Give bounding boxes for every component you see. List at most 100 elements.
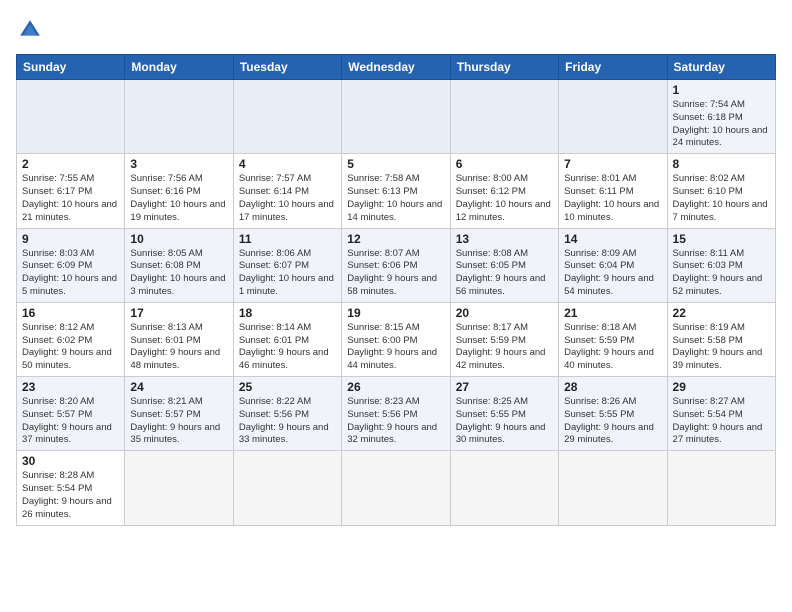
header xyxy=(16,16,776,44)
calendar-cell: 29 Sunrise: 8:27 AM Sunset: 5:54 PM Dayli… xyxy=(667,377,775,451)
col-header-monday: Monday xyxy=(125,55,233,80)
calendar-cell xyxy=(559,451,667,525)
day-info: Sunrise: 8:05 AM Sunset: 6:08 PM Dayligh… xyxy=(130,248,227,299)
day-number: 6 xyxy=(456,157,553,171)
day-info: Sunrise: 8:19 AM Sunset: 5:58 PM Dayligh… xyxy=(673,322,770,373)
calendar-cell xyxy=(233,451,341,525)
day-number: 15 xyxy=(673,232,770,246)
logo xyxy=(16,16,48,44)
day-number: 21 xyxy=(564,306,661,320)
day-info: Sunrise: 8:11 AM Sunset: 6:03 PM Dayligh… xyxy=(673,248,770,299)
day-info: Sunrise: 7:54 AM Sunset: 6:18 PM Dayligh… xyxy=(673,99,770,150)
calendar-header-row: SundayMondayTuesdayWednesdayThursdayFrid… xyxy=(17,55,776,80)
col-header-thursday: Thursday xyxy=(450,55,558,80)
day-info: Sunrise: 8:12 AM Sunset: 6:02 PM Dayligh… xyxy=(22,322,119,373)
calendar-cell: 26 Sunrise: 8:23 AM Sunset: 5:56 PM Dayli… xyxy=(342,377,450,451)
day-info: Sunrise: 7:58 AM Sunset: 6:13 PM Dayligh… xyxy=(347,173,444,224)
day-info: Sunrise: 8:28 AM Sunset: 5:54 PM Dayligh… xyxy=(22,470,119,521)
calendar-cell xyxy=(559,80,667,154)
calendar-cell: 24 Sunrise: 8:21 AM Sunset: 5:57 PM Dayli… xyxy=(125,377,233,451)
calendar-cell: 21 Sunrise: 8:18 AM Sunset: 5:59 PM Dayli… xyxy=(559,302,667,376)
day-info: Sunrise: 7:55 AM Sunset: 6:17 PM Dayligh… xyxy=(22,173,119,224)
day-number: 29 xyxy=(673,380,770,394)
day-info: Sunrise: 7:56 AM Sunset: 6:16 PM Dayligh… xyxy=(130,173,227,224)
calendar-cell: 12 Sunrise: 8:07 AM Sunset: 6:06 PM Dayli… xyxy=(342,228,450,302)
day-info: Sunrise: 8:14 AM Sunset: 6:01 PM Dayligh… xyxy=(239,322,336,373)
day-info: Sunrise: 8:23 AM Sunset: 5:56 PM Dayligh… xyxy=(347,396,444,447)
calendar-cell: 27 Sunrise: 8:25 AM Sunset: 5:55 PM Dayli… xyxy=(450,377,558,451)
day-number: 22 xyxy=(673,306,770,320)
calendar-cell: 10 Sunrise: 8:05 AM Sunset: 6:08 PM Dayli… xyxy=(125,228,233,302)
day-info: Sunrise: 8:00 AM Sunset: 6:12 PM Dayligh… xyxy=(456,173,553,224)
calendar-cell: 4 Sunrise: 7:57 AM Sunset: 6:14 PM Daylig… xyxy=(233,154,341,228)
day-number: 14 xyxy=(564,232,661,246)
calendar-cell: 9Sunrise: 8:03 AM Sunset: 6:09 PM Daylig… xyxy=(17,228,125,302)
calendar-cell xyxy=(233,80,341,154)
calendar-cell: 16 Sunrise: 8:12 AM Sunset: 6:02 PM Dayli… xyxy=(17,302,125,376)
day-info: Sunrise: 8:07 AM Sunset: 6:06 PM Dayligh… xyxy=(347,248,444,299)
day-number: 11 xyxy=(239,232,336,246)
day-number: 24 xyxy=(130,380,227,394)
day-info: Sunrise: 8:27 AM Sunset: 5:54 PM Dayligh… xyxy=(673,396,770,447)
calendar-cell: 11Sunrise: 8:06 AM Sunset: 6:07 PM Dayli… xyxy=(233,228,341,302)
calendar-cell: 8Sunrise: 8:02 AM Sunset: 6:10 PM Daylig… xyxy=(667,154,775,228)
calendar-cell: 20 Sunrise: 8:17 AM Sunset: 5:59 PM Dayli… xyxy=(450,302,558,376)
day-number: 27 xyxy=(456,380,553,394)
day-info: Sunrise: 8:09 AM Sunset: 6:04 PM Dayligh… xyxy=(564,248,661,299)
day-info: Sunrise: 8:18 AM Sunset: 5:59 PM Dayligh… xyxy=(564,322,661,373)
day-number: 8 xyxy=(673,157,770,171)
calendar-cell xyxy=(17,80,125,154)
day-number: 10 xyxy=(130,232,227,246)
day-number: 12 xyxy=(347,232,444,246)
day-number: 26 xyxy=(347,380,444,394)
day-info: Sunrise: 8:26 AM Sunset: 5:55 PM Dayligh… xyxy=(564,396,661,447)
day-info: Sunrise: 8:20 AM Sunset: 5:57 PM Dayligh… xyxy=(22,396,119,447)
calendar-cell: 6 Sunrise: 8:00 AM Sunset: 6:12 PM Daylig… xyxy=(450,154,558,228)
day-number: 5 xyxy=(347,157,444,171)
calendar-cell: 30 Sunrise: 8:28 AM Sunset: 5:54 PM Dayli… xyxy=(17,451,125,525)
calendar-cell: 25Sunrise: 8:22 AM Sunset: 5:56 PM Dayli… xyxy=(233,377,341,451)
day-number: 1 xyxy=(673,83,770,97)
day-info: Sunrise: 8:08 AM Sunset: 6:05 PM Dayligh… xyxy=(456,248,553,299)
calendar-week-2: 9Sunrise: 8:03 AM Sunset: 6:09 PM Daylig… xyxy=(17,228,776,302)
day-number: 2 xyxy=(22,157,119,171)
day-info: Sunrise: 8:01 AM Sunset: 6:11 PM Dayligh… xyxy=(564,173,661,224)
day-number: 7 xyxy=(564,157,661,171)
calendar-week-0: 1 Sunrise: 7:54 AM Sunset: 6:18 PM Daylig… xyxy=(17,80,776,154)
day-info: Sunrise: 8:13 AM Sunset: 6:01 PM Dayligh… xyxy=(130,322,227,373)
calendar-cell: 1 Sunrise: 7:54 AM Sunset: 6:18 PM Daylig… xyxy=(667,80,775,154)
day-number: 20 xyxy=(456,306,553,320)
day-info: Sunrise: 8:25 AM Sunset: 5:55 PM Dayligh… xyxy=(456,396,553,447)
day-number: 23 xyxy=(22,380,119,394)
calendar-cell xyxy=(667,451,775,525)
day-number: 16 xyxy=(22,306,119,320)
calendar-cell: 13 Sunrise: 8:08 AM Sunset: 6:05 PM Dayli… xyxy=(450,228,558,302)
col-header-saturday: Saturday xyxy=(667,55,775,80)
calendar-cell xyxy=(342,80,450,154)
calendar-table: SundayMondayTuesdayWednesdayThursdayFrid… xyxy=(16,54,776,526)
calendar-cell xyxy=(450,451,558,525)
day-info: Sunrise: 7:57 AM Sunset: 6:14 PM Dayligh… xyxy=(239,173,336,224)
day-number: 9 xyxy=(22,232,119,246)
calendar-cell xyxy=(342,451,450,525)
calendar-cell: 17Sunrise: 8:13 AM Sunset: 6:01 PM Dayli… xyxy=(125,302,233,376)
day-info: Sunrise: 8:17 AM Sunset: 5:59 PM Dayligh… xyxy=(456,322,553,373)
logo-icon xyxy=(16,16,44,44)
day-number: 13 xyxy=(456,232,553,246)
day-number: 25 xyxy=(239,380,336,394)
calendar-week-3: 16 Sunrise: 8:12 AM Sunset: 6:02 PM Dayli… xyxy=(17,302,776,376)
day-number: 30 xyxy=(22,454,119,468)
calendar-cell: 14 Sunrise: 8:09 AM Sunset: 6:04 PM Dayli… xyxy=(559,228,667,302)
calendar-cell: 19Sunrise: 8:15 AM Sunset: 6:00 PM Dayli… xyxy=(342,302,450,376)
day-info: Sunrise: 8:21 AM Sunset: 5:57 PM Dayligh… xyxy=(130,396,227,447)
day-number: 4 xyxy=(239,157,336,171)
calendar-cell: 18Sunrise: 8:14 AM Sunset: 6:01 PM Dayli… xyxy=(233,302,341,376)
calendar-week-4: 23 Sunrise: 8:20 AM Sunset: 5:57 PM Dayli… xyxy=(17,377,776,451)
calendar-week-1: 2 Sunrise: 7:55 AM Sunset: 6:17 PM Daylig… xyxy=(17,154,776,228)
calendar-week-5: 30 Sunrise: 8:28 AM Sunset: 5:54 PM Dayli… xyxy=(17,451,776,525)
page: SundayMondayTuesdayWednesdayThursdayFrid… xyxy=(0,0,792,612)
col-header-sunday: Sunday xyxy=(17,55,125,80)
day-number: 19 xyxy=(347,306,444,320)
day-number: 3 xyxy=(130,157,227,171)
col-header-friday: Friday xyxy=(559,55,667,80)
